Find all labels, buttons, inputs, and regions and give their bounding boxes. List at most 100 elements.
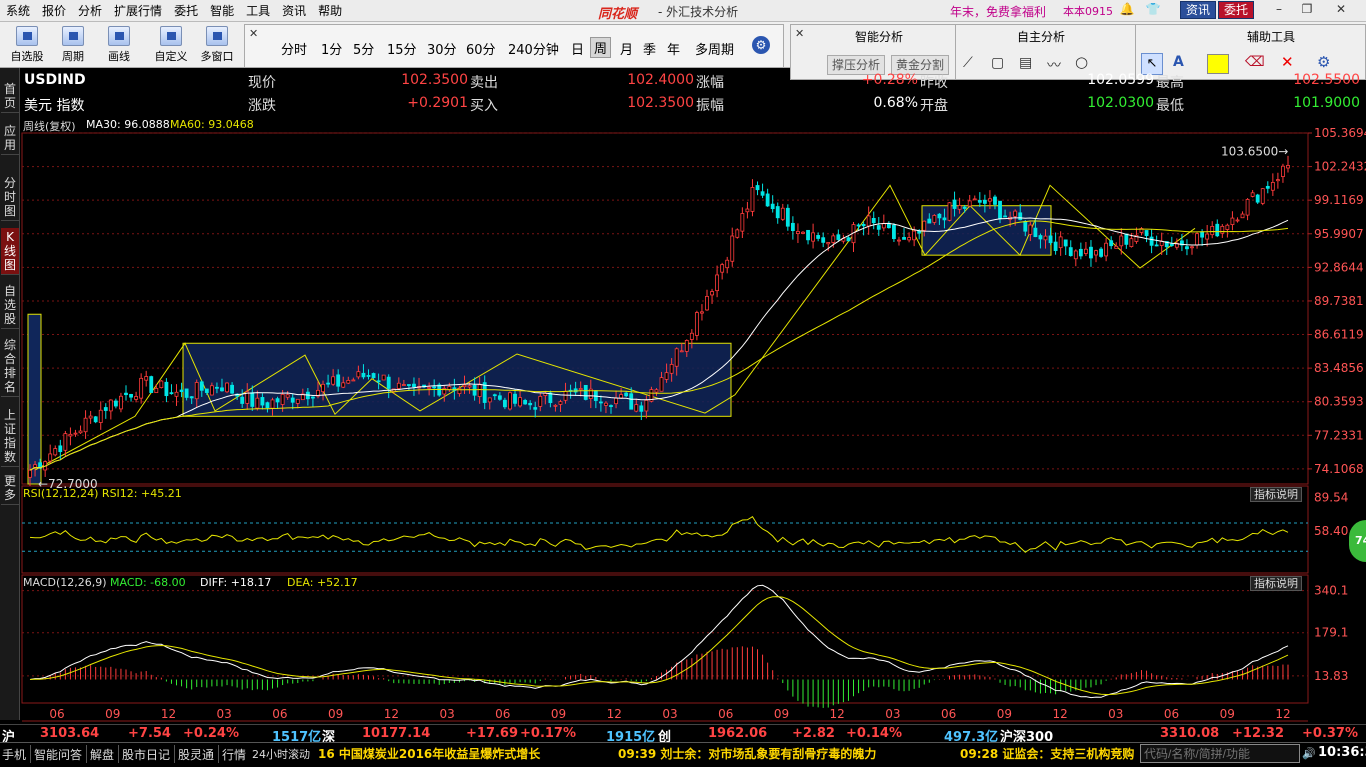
candle-body [129,393,133,398]
candle-body [932,215,937,223]
clock: 10:36:39 [1318,745,1366,760]
price-axis-label: 92.8644 [1314,260,1364,274]
highlight-bar [27,313,42,485]
status-commentary[interactable]: 解盘 [90,746,114,763]
macd-axis-label: 179.1 [1314,626,1348,640]
status-market[interactable]: 行情 [222,746,246,763]
candle-body [821,237,826,243]
candle-body [139,377,144,399]
candle-body [1275,179,1280,182]
candle-body [356,371,361,378]
candle-body [962,206,967,209]
candle-body [265,402,270,409]
candle-body [295,398,300,404]
code-search-input[interactable] [1140,744,1300,763]
news-ticker-1[interactable]: 16 中国煤炭业2016年收益呈爆炸式增长 [318,745,540,762]
candle-body [83,417,88,433]
news-ticker-3[interactable]: 09:28 证监会：支持三机构竞购 [960,745,1134,762]
status-bar: 手机 智能问答 解盘 股市日记 股灵通 行情 24小时滚动 16 中国煤炭业20… [0,742,1366,767]
candle-body [1109,240,1114,247]
candle-body [619,394,624,399]
candle-body [902,237,906,240]
candle-body [689,332,694,340]
status-qa[interactable]: 智能问答 [34,746,82,763]
candle-body [1068,247,1073,257]
status-diary[interactable]: 股市日记 [122,746,170,763]
candle-body [108,399,113,412]
candle-body [1078,248,1083,257]
candle-body [1260,188,1265,204]
status-rolling[interactable]: 24小时滚动 [252,746,310,762]
candle-body [1195,233,1199,246]
x-tick-label: 12 [161,707,176,721]
candle-body [472,384,477,396]
candle-body [1048,235,1053,244]
candle-body [88,415,93,419]
candle-body [437,384,442,396]
ma30-legend: MA30: 96.0888 [86,118,170,131]
candle-body [199,381,204,391]
macd-panel [29,584,1289,708]
x-tick-label: 09 [997,707,1012,721]
candle-body [1028,224,1033,235]
candle-body [750,187,755,212]
candle-body [654,389,659,393]
x-tick-label: 09 [551,707,566,721]
sh-value[interactable]: 3103.64 [40,726,99,741]
candles [28,155,1290,486]
candle-body [1058,236,1063,249]
candle-body [664,372,669,380]
dea-legend: DEA: +52.17 [287,576,358,589]
candle-body [98,409,103,423]
candle-body [639,405,644,412]
rsi-panel [29,516,1289,553]
sh-change: +7.54 [128,726,171,741]
candle-body [1124,233,1129,245]
candle-body [487,397,492,403]
candle-body [705,296,709,311]
kline-chart[interactable]: 105.3694 102.2432 99.1169 95.9907 92.8644 89.… [0,0,1366,767]
candle-body [1210,225,1215,236]
candle-body [533,407,538,410]
candle-body [1235,219,1240,222]
candle-body [1013,210,1018,217]
candle-body [401,384,406,386]
candle-body [578,388,583,391]
status-stockwise[interactable]: 股灵通 [178,746,214,763]
panel-frame [21,485,1309,574]
rsi-help-button[interactable]: 指标说明 [1250,487,1302,502]
candle-body [1215,223,1220,237]
diff-line [29,584,1289,699]
speaker-icon[interactable]: 🔊 [1302,747,1316,760]
candle-body [1129,238,1134,247]
candle-body [624,392,629,397]
candle-body [563,390,568,401]
hs300-value[interactable]: 3310.08 [1160,726,1219,741]
price-axis-label: 80.3593 [1314,395,1364,409]
candle-body [351,379,356,382]
candle-body [311,396,315,399]
candle-body [33,464,37,468]
cy-value[interactable]: 1962.06 [708,726,767,741]
candle-body [1200,231,1205,238]
candle-body [715,274,720,292]
sz-value[interactable]: 10177.14 [362,726,430,741]
x-tick-label: 12 [607,707,622,721]
candle-body [659,377,664,392]
candle-body [169,392,174,395]
cy-pct: +0.14% [846,726,902,741]
axes: 105.3694 102.2432 99.1169 95.9907 92.8644 89.… [38,126,1366,721]
status-mobile[interactable]: 手机 [2,746,26,763]
candle-body [740,213,745,232]
macd-help-button[interactable]: 指标说明 [1250,576,1302,591]
candle-body [73,432,78,435]
candle-body [684,339,689,352]
ma60-legend: MA60: 93.0468 [170,118,254,131]
x-tick-label: 12 [1052,707,1067,721]
candle-body [149,376,154,393]
news-ticker-2[interactable]: 09:39 刘士余：对市场乱象要有刮骨疗毒的魄力 [618,745,876,762]
candle-body [856,224,861,227]
candle-body [861,223,866,227]
candle-body [922,220,927,231]
candle-body [1099,248,1103,257]
